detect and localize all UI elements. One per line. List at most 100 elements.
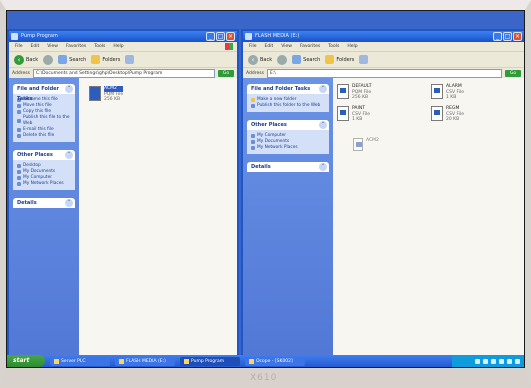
chevron-up-icon[interactable]: ˄ (65, 85, 73, 93)
task-label: Publish this folder to the Web (257, 103, 321, 108)
panel-header[interactable]: Other Places ˄ (247, 120, 329, 130)
forward-button[interactable] (277, 54, 288, 65)
place-network[interactable]: My Network Places (251, 145, 325, 151)
place-network[interactable]: My Network Places (17, 181, 71, 187)
chevron-up-icon[interactable]: ˄ (65, 151, 73, 159)
chevron-down-icon[interactable]: ˅ (65, 199, 73, 207)
maximize-button[interactable]: □ (503, 32, 512, 41)
pqm-file-icon (337, 84, 349, 99)
publish-icon (17, 119, 21, 123)
tray-icon[interactable] (507, 358, 512, 364)
menu-file[interactable]: File (249, 42, 257, 51)
taskbar-item-pump-program[interactable]: Pump Program (180, 356, 240, 366)
menu-favorites[interactable]: Favorites (300, 42, 320, 51)
menu-favorites[interactable]: Favorites (66, 42, 86, 51)
menu-file[interactable]: File (15, 42, 23, 51)
file-folder-tasks-panel: File and Folder Tasks ˄ Make a new folde… (247, 84, 329, 112)
details-panel: Details ˅ (13, 198, 75, 208)
menu-view[interactable]: View (47, 42, 58, 51)
other-places-panel: Other Places ˄ My Computer My Documents … (247, 120, 329, 154)
tray-icon[interactable] (491, 358, 496, 364)
menu-tools[interactable]: Tools (94, 42, 105, 51)
close-button[interactable]: × (513, 32, 522, 41)
task-publish[interactable]: Publish this file to the Web (17, 115, 71, 127)
chevron-down-icon[interactable]: ˅ (319, 163, 327, 171)
address-label: Address (246, 70, 264, 76)
explorer-window-pump-program: Pump Program _ □ × File Edit View Favori… (7, 29, 239, 359)
menu-edit[interactable]: Edit (31, 42, 40, 51)
other-places-panel: Other Places ˄ Desktop My Documents My C… (13, 150, 75, 190)
menu-edit[interactable]: Edit (265, 42, 274, 51)
folders-button[interactable]: Folders (325, 55, 354, 64)
file-item[interactable]: ACM2 PQM File 256 KB (89, 86, 124, 103)
task-label: Server PLC (61, 358, 86, 364)
address-label: Address (12, 70, 30, 76)
file-name: DEFAULT (352, 84, 372, 89)
file-item[interactable]: PAINT CSV File 1 KB (337, 106, 370, 123)
panel-header[interactable]: Details ˅ (247, 162, 329, 172)
maximize-button[interactable]: □ (216, 32, 225, 41)
go-button[interactable]: Go (505, 69, 521, 77)
desktop-icon (17, 164, 21, 168)
taskbar-item-flash-media[interactable]: FLASH MEDIA (E:) (115, 356, 175, 366)
computer-icon (251, 134, 255, 138)
search-button[interactable]: Search (58, 55, 86, 64)
taskbar-item-ocope[interactable]: Ocope - [SK002] (245, 356, 305, 366)
panel-header[interactable]: File and Folder Tasks ˄ (247, 84, 329, 94)
back-button[interactable]: ‹ Back (248, 54, 272, 65)
csv-file-icon (431, 106, 443, 121)
folders-button[interactable]: Folders (91, 55, 120, 64)
file-item[interactable]: ALARM CSV File 1 KB (431, 84, 464, 101)
file-list: DEFAULT PQM File 256 KB ALARM CSV File 1… (333, 78, 524, 357)
drive-icon (245, 33, 252, 40)
chevron-up-icon[interactable]: ˄ (319, 85, 327, 93)
tray-icon[interactable] (475, 358, 480, 364)
tray-icon[interactable] (499, 358, 504, 364)
search-icon (292, 55, 302, 64)
close-button[interactable]: × (226, 32, 235, 41)
file-name: ALARM (446, 84, 462, 89)
panel-header[interactable]: Other Places ˄ (13, 150, 75, 160)
search-icon (58, 55, 68, 64)
network-icon (17, 182, 21, 186)
address-input[interactable]: C:\Documents and Settings\ghp\Desktop\Pu… (32, 68, 215, 78)
file-size: 1 KB (446, 95, 457, 100)
file-size: 256 KB (352, 95, 369, 100)
address-input[interactable]: E:\ (266, 68, 502, 78)
minimize-button[interactable]: _ (206, 32, 215, 41)
right-titlebar[interactable]: FLASH MEDIA (E:) _ □ × (243, 31, 524, 42)
file-item[interactable]: DEFAULT PQM File 256 KB (337, 84, 372, 101)
panel-header[interactable]: Details ˅ (13, 198, 75, 208)
task-delete[interactable]: Delete this file (17, 133, 71, 139)
start-button[interactable]: start (7, 355, 45, 367)
panel-title: Other Places (251, 122, 287, 128)
taskbar: start Server PLC FLASH MEDIA (E:) Pump P… (7, 355, 524, 367)
go-button[interactable]: Go (218, 69, 234, 77)
forward-button[interactable] (43, 54, 54, 65)
menu-tools[interactable]: Tools (328, 42, 339, 51)
explorer-window-flash-media: FLASH MEDIA (E:) _ □ × File Edit View Fa… (241, 29, 524, 359)
search-label: Search (69, 56, 87, 63)
menu-view[interactable]: View (281, 42, 292, 51)
back-button[interactable]: ‹ Back (14, 54, 38, 65)
drive-icon (119, 358, 124, 364)
tray-icon[interactable] (515, 358, 520, 364)
task-publish-folder[interactable]: Publish this folder to the Web (251, 103, 325, 109)
csv-file-icon (337, 106, 349, 121)
email-icon (17, 128, 21, 132)
views-icon[interactable] (125, 55, 135, 64)
views-icon[interactable] (359, 55, 369, 64)
window-title: Pump Program (21, 33, 58, 39)
tray-icon[interactable] (483, 358, 488, 364)
chevron-up-icon[interactable]: ˄ (319, 121, 327, 129)
menu-help[interactable]: Help (347, 42, 357, 51)
left-titlebar[interactable]: Pump Program _ □ × (9, 31, 237, 42)
menu-help[interactable]: Help (113, 42, 123, 51)
minimize-button[interactable]: _ (493, 32, 502, 41)
place-label: My Network Places (23, 181, 64, 186)
file-item[interactable]: REGM CSV File 20 KB (431, 106, 464, 123)
taskbar-item-server-plc[interactable]: Server PLC (50, 356, 110, 366)
search-button[interactable]: Search (292, 55, 320, 64)
toolbar: ‹ Back Search Folders (243, 52, 524, 68)
panel-header[interactable]: File and Folder Tasks ˄ (13, 84, 75, 102)
